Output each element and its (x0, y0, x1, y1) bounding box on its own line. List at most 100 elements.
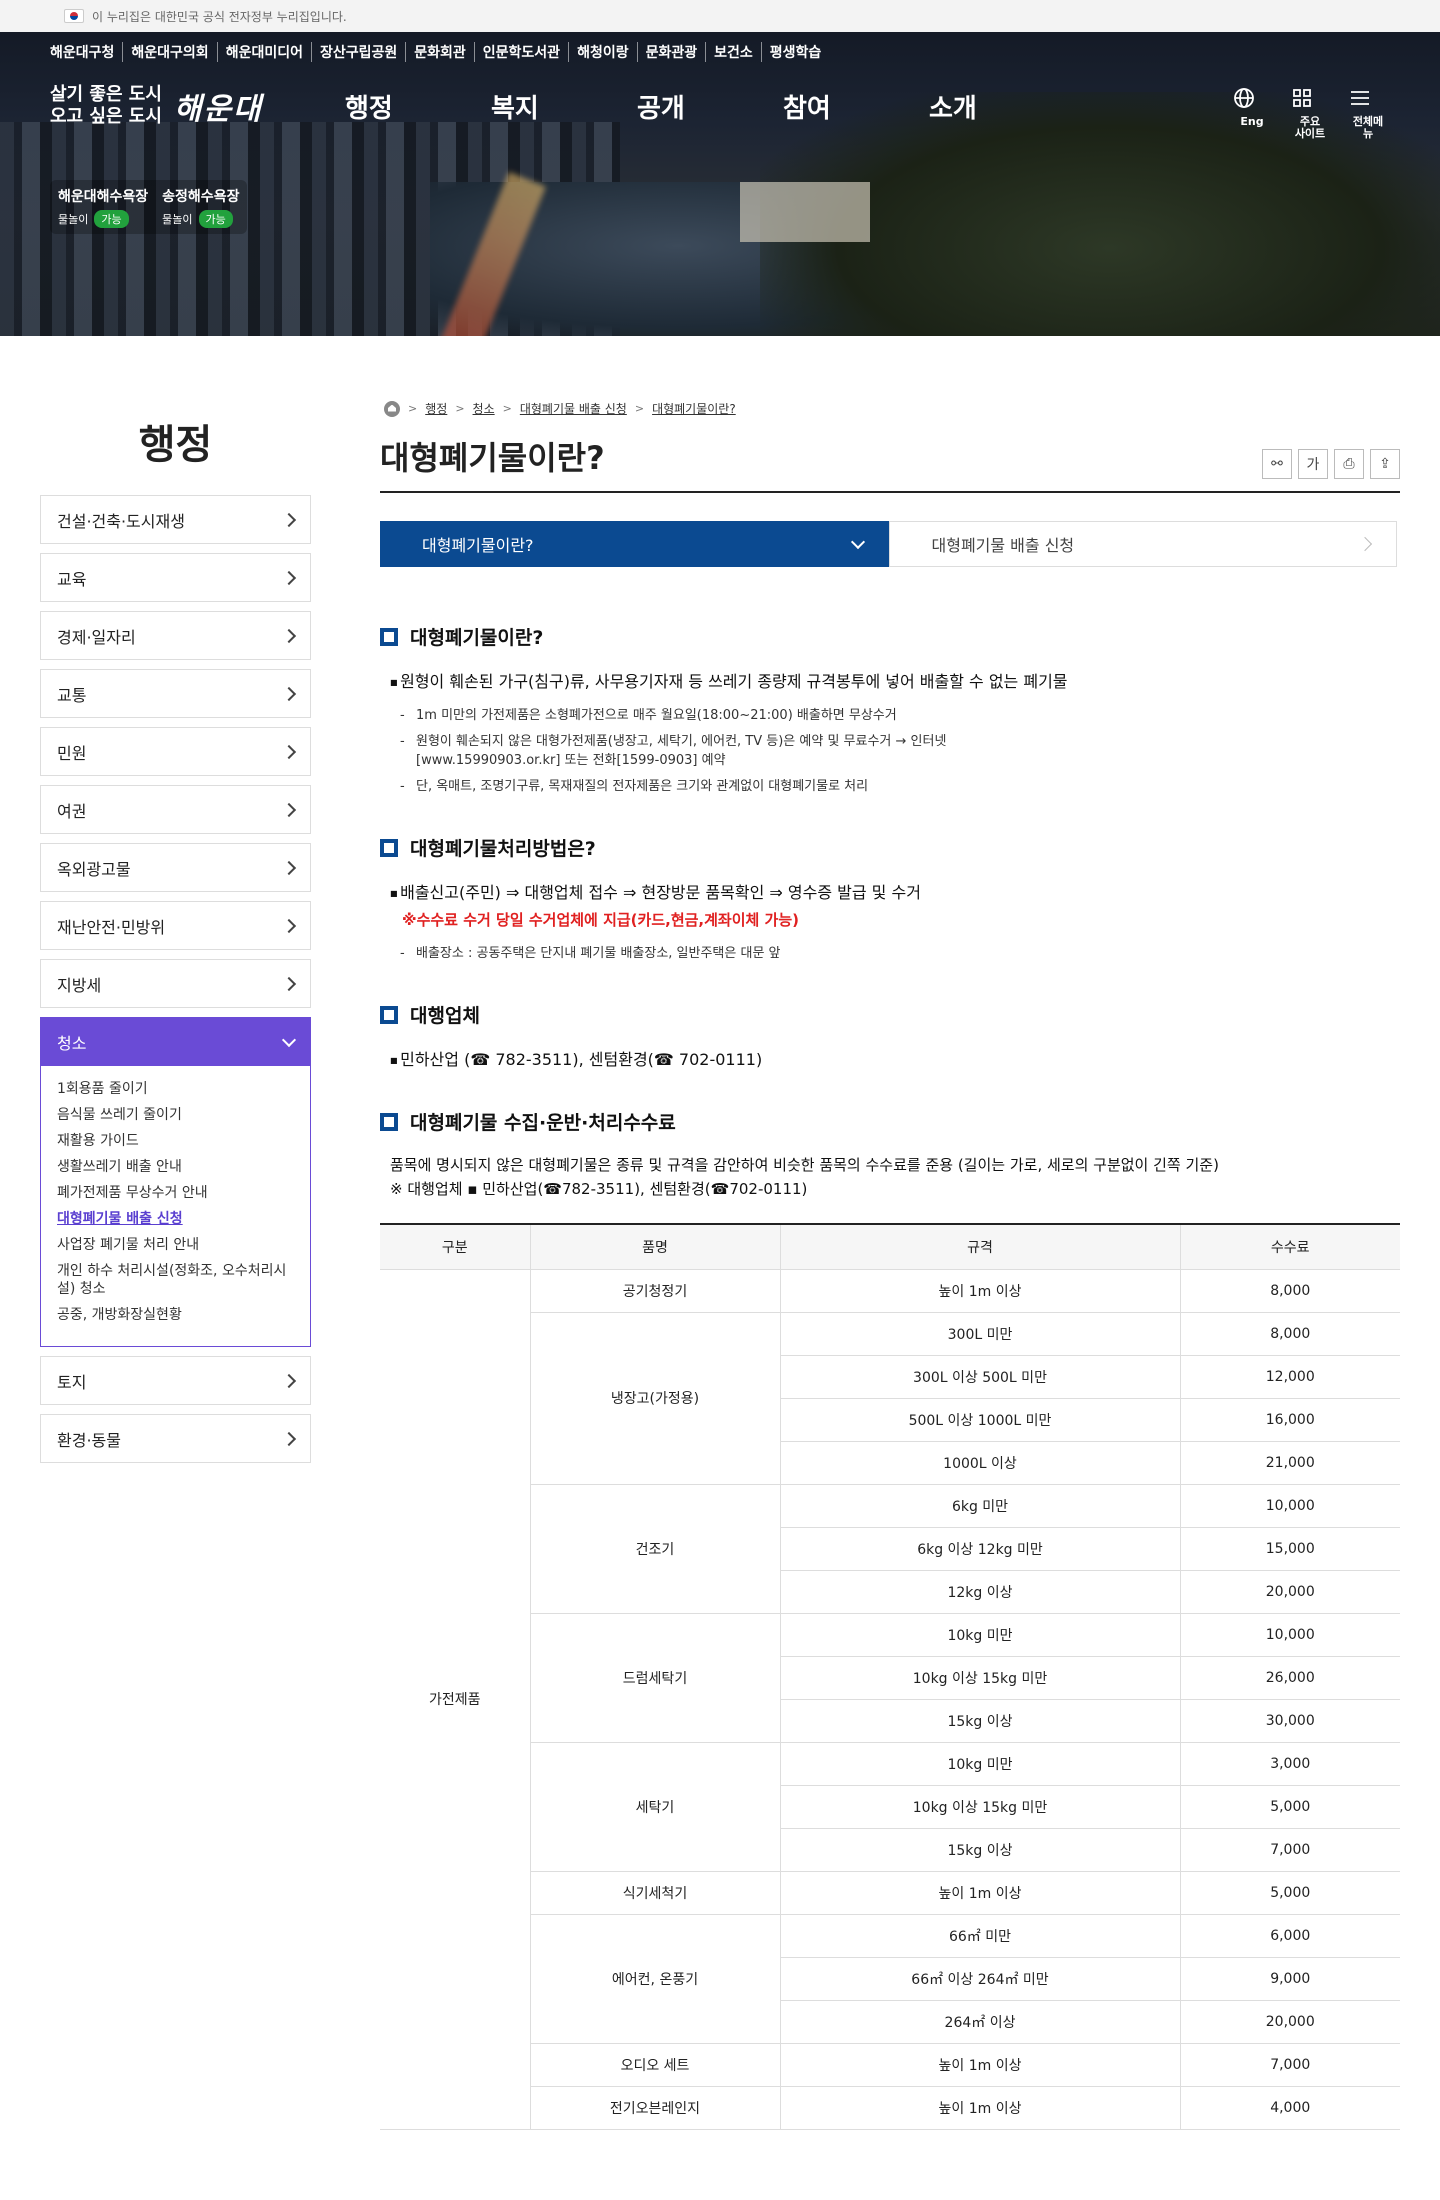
breadcrumb-item[interactable]: 행정 (425, 400, 447, 417)
sidebar-item-row[interactable]: 여권 (40, 785, 311, 834)
beach-haeundae[interactable]: 해운대해수욕장 물놀이 가능 (58, 186, 148, 228)
content-tabs: 대형폐기물이란? 대형폐기물 배출 신청 (380, 521, 1397, 567)
submenu-item[interactable]: 대형폐기물 배출 신청 (57, 1210, 294, 1228)
section-definition: 대형폐기물이란? 원형이 훼손된 가구(침구)류, 사무용기자재 등 쓰레기 종… (380, 623, 1400, 796)
breadcrumb-item[interactable]: 대형폐기물이란? (652, 400, 736, 417)
chevron-right-icon: > (455, 402, 465, 415)
sidebar-item[interactable]: 교육 (40, 553, 311, 602)
sidebar-item-row[interactable]: 토지 (40, 1356, 311, 1405)
submenu-item[interactable]: 생활쓰레기 배출 안내 (57, 1158, 294, 1176)
sidebar-item[interactable]: 재난안전·민방위 (40, 901, 311, 950)
top-link[interactable]: 장산구립공원 (310, 42, 405, 62)
sidebar-nav: 건설·건축·도시재생교육경제·일자리교통민원여권옥외광고물재난안전·민방위지방세… (40, 495, 311, 1463)
gnb-item[interactable]: 행정 (345, 88, 491, 125)
sidebar-item[interactable]: 옥외광고물 (40, 843, 311, 892)
submenu-item[interactable]: 사업장 폐기물 처리 안내 (57, 1236, 294, 1254)
fee-cell: 7,000 (1179, 1827, 1400, 1872)
submenu-item[interactable]: 개인 하수 처리시설(정화조, 오수처리시설) 청소 (57, 1262, 294, 1298)
sidebar-item-row[interactable]: 청소 (40, 1017, 311, 1066)
sidebar-item[interactable]: 환경·동물 (40, 1414, 311, 1463)
gnb-item[interactable]: 복지 (491, 88, 637, 125)
fee-agency-note: ※ 대행업체 ▪ 민하산업(☎782-3511), 센텀환경(☎702-0111… (390, 1180, 808, 1198)
fee-cell: 30,000 (1179, 1698, 1400, 1743)
top-link[interactable]: 평생학습 (760, 42, 830, 62)
top-link[interactable]: 인문학도서관 (473, 42, 568, 62)
link-icon[interactable]: ⚯ (1262, 449, 1292, 479)
breadcrumb-item[interactable]: 대형폐기물 배출 신청 (520, 400, 627, 417)
item-name-cell: 에어컨, 온풍기 (529, 1913, 781, 2044)
sidebar-item-label: 청소 (57, 1033, 87, 1053)
brand[interactable]: 살기 좋은 도시 오고 싶은 도시 해운대 (50, 84, 263, 128)
section-main-text: 배출신고(주민) ⇒ 대행업체 접수 ⇒ 현장방문 품목확인 ⇒ 영수증 발급 … (390, 879, 1400, 903)
gnb-item[interactable]: 공개 (637, 88, 783, 125)
sidebar-item-row[interactable]: 교육 (40, 553, 311, 602)
chevron-right-icon: > (408, 402, 418, 415)
top-link[interactable]: 해운대구의회 (122, 42, 216, 62)
home-icon[interactable] (384, 400, 400, 417)
top-link[interactable]: 해운대구청 (50, 42, 122, 62)
breadcrumb-item[interactable]: 청소 (473, 400, 495, 417)
sidebar-item[interactable]: 교통 (40, 669, 311, 718)
section-main-text: 민하산업 (☎ 782-3511), 센텀환경(☎ 702-0111) (390, 1046, 1400, 1070)
sidebar-item-row[interactable]: 민원 (40, 727, 311, 776)
share-icon[interactable]: ⇪ (1370, 449, 1400, 479)
page-title: 대형폐기물이란? (380, 439, 605, 477)
tab-what-is[interactable]: 대형폐기물이란? (380, 521, 889, 567)
logo[interactable]: 해운대 (174, 84, 263, 128)
item-name-cell: 세탁기 (529, 1741, 781, 1872)
spec-cell: 6kg 이상 12kg 미만 (779, 1526, 1181, 1571)
beach-songjeong[interactable]: 송정해수욕장 물놀이 가능 (162, 186, 239, 228)
top-links: 해운대구청 해운대구의회 해운대미디어 장산구립공원 문화회관 인문학도서관 해청이랑 문화관… (50, 42, 829, 62)
note-list: 1m 미만의 가전제품은 소형폐가전으로 매주 월요일(18:00~21:00)… (400, 706, 1400, 796)
fee-cell: 16,000 (1179, 1397, 1400, 1442)
swim-label: 물놀이 (58, 213, 89, 226)
top-link[interactable]: 문화회관 (405, 42, 474, 62)
submenu-item[interactable]: 공중, 개방화장실현황 (57, 1306, 294, 1324)
top-link[interactable]: 문화관광 (636, 42, 706, 62)
sidebar-item[interactable]: 민원 (40, 727, 311, 776)
spec-cell: 높이 1m 이상 (779, 1268, 1181, 1313)
sidebar-item[interactable]: 지방세 (40, 959, 311, 1008)
sidebar-item-row[interactable]: 재난안전·민방위 (40, 901, 311, 950)
chevron-right-icon (281, 570, 297, 585)
sidebar-item-row[interactable]: 교통 (40, 669, 311, 718)
sidebar-item-row[interactable]: 경제·일자리 (40, 611, 311, 660)
spec-cell: 300L 이상 500L 미만 (779, 1354, 1181, 1399)
tab-apply[interactable]: 대형폐기물 배출 신청 (888, 521, 1397, 567)
full-menu-button[interactable]: 전체메뉴 (1348, 86, 1388, 140)
sidebar-item-row[interactable]: 옥외광고물 (40, 843, 311, 892)
note-item: 배출장소 : 공동주택은 단지내 폐기물 배출장소, 일반주택은 대문 앞 (400, 944, 1000, 963)
section-fees: 대형폐기물 수집·운반·처리수수료 품목에 명시되지 않은 대형폐기물은 종류 … (380, 1108, 1400, 2130)
top-link[interactable]: 해청이랑 (568, 42, 637, 62)
header-hero: 해운대구청 해운대구의회 해운대미디어 장산구립공원 문화회관 인문학도서관 해청이랑 문화관… (0, 32, 1440, 336)
fee-notice: ※수수료 수거 당일 수거업체에 지급(카드,현금,계좌이체 가능) (402, 911, 800, 929)
submenu-item[interactable]: 폐가전제품 무상수거 안내 (57, 1184, 294, 1202)
spec-cell: 높이 1m 이상 (779, 1870, 1181, 1915)
sidebar-item-row[interactable]: 지방세 (40, 959, 311, 1008)
sidebar-item[interactable]: 건설·건축·도시재생 (40, 495, 311, 544)
top-link[interactable]: 해운대미디어 (216, 42, 311, 62)
sidebar-item[interactable]: 경제·일자리 (40, 611, 311, 660)
spec-cell: 10kg 미만 (779, 1612, 1181, 1657)
fee-intro: 품목에 명시되지 않은 대형폐기물은 종류 및 규격을 감안하여 비슷한 품목의… (390, 1156, 1219, 1174)
submenu-item[interactable]: 재활용 가이드 (57, 1132, 294, 1150)
sidebar-item[interactable]: 토지 (40, 1356, 311, 1405)
gnb-item[interactable]: 소개 (929, 88, 1075, 125)
submenu-item[interactable]: 음식물 쓰레기 줄이기 (57, 1106, 294, 1124)
sidebar-item-row[interactable]: 환경·동물 (40, 1414, 311, 1463)
chevron-right-icon (281, 1431, 297, 1446)
sidebar-item-active[interactable]: 청소 1회용품 줄이기음식물 쓰레기 줄이기재활용 가이드생활쓰레기 배출 안내폐… (40, 1017, 311, 1347)
top-link[interactable]: 보건소 (705, 42, 761, 62)
font-size-icon[interactable]: 가 (1298, 449, 1328, 479)
eng-button[interactable]: Eng (1232, 86, 1272, 140)
spec-cell: 66㎡ 이상 264㎡ 미만 (779, 1956, 1181, 2001)
gnb-item[interactable]: 참여 (783, 88, 929, 125)
print-icon[interactable]: ⎙ (1334, 449, 1364, 479)
sidebar-item-label: 옥외광고물 (57, 859, 131, 879)
sidebar-item-row[interactable]: 건설·건축·도시재생 (40, 495, 311, 544)
sidebar-item[interactable]: 여권 (40, 785, 311, 834)
main-sites-button[interactable]: 주요 사이트 (1290, 86, 1330, 140)
sidebar-item-label: 교통 (57, 685, 87, 705)
submenu-item[interactable]: 1회용품 줄이기 (57, 1080, 294, 1098)
chevron-right-icon (281, 686, 297, 701)
